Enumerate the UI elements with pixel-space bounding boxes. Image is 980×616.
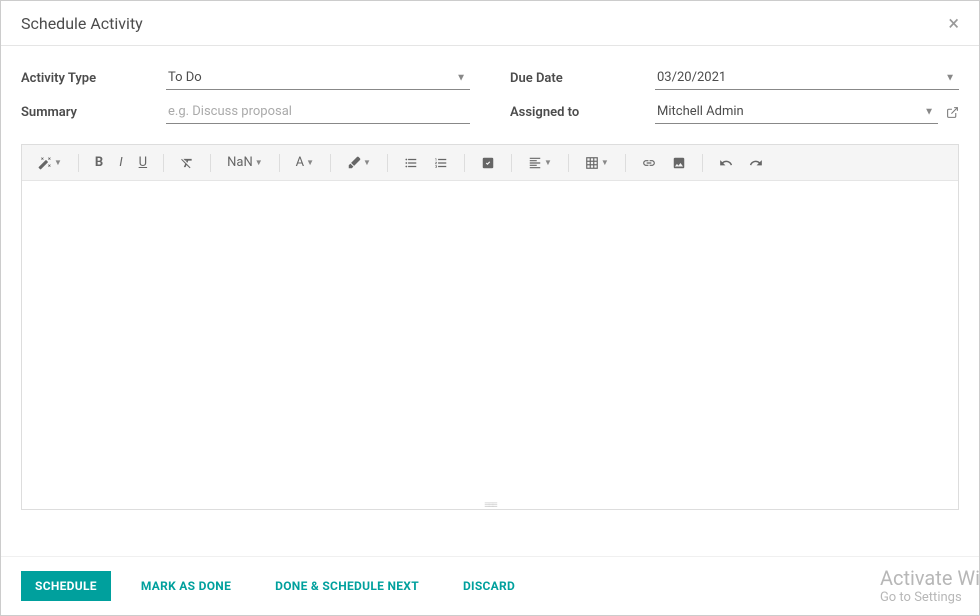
ordered-list-icon[interactable] (428, 152, 454, 174)
link-icon[interactable] (636, 152, 662, 174)
editor-content-area[interactable] (22, 181, 958, 501)
due-date-control: ▼ (655, 66, 959, 90)
magic-wand-icon[interactable]: ▼ (32, 152, 68, 174)
redo-icon[interactable] (743, 152, 769, 174)
separator (163, 154, 164, 172)
activity-type-field[interactable] (166, 66, 470, 90)
form-grid: Activity Type ▼ Summary Due Date (21, 66, 959, 124)
activity-type-label: Activity Type (21, 71, 166, 86)
resize-handle[interactable]: ≡≡≡ (22, 501, 958, 509)
assigned-to-label: Assigned to (510, 105, 655, 120)
separator (387, 154, 388, 172)
activity-type-row: Activity Type ▼ (21, 66, 470, 90)
checklist-icon[interactable] (475, 152, 501, 174)
external-link-icon[interactable] (946, 106, 959, 119)
separator (279, 154, 280, 172)
align-icon[interactable]: ▼ (522, 152, 558, 174)
unordered-list-icon[interactable] (398, 152, 424, 174)
image-icon[interactable] (666, 152, 692, 174)
separator (464, 154, 465, 172)
summary-control (166, 100, 470, 124)
font-size-selector[interactable]: NaN ▼ (221, 151, 269, 174)
schedule-activity-modal: Schedule Activity × Activity Type ▼ Summ… (0, 0, 980, 616)
undo-icon[interactable] (713, 152, 739, 174)
font-color-button[interactable]: A ▼ (290, 151, 320, 174)
italic-button[interactable]: I (113, 151, 128, 174)
underline-button[interactable]: U (133, 151, 153, 174)
summary-field[interactable] (166, 100, 470, 124)
form-col-left: Activity Type ▼ Summary (21, 66, 470, 124)
summary-label: Summary (21, 105, 166, 120)
bold-button[interactable]: B (89, 151, 109, 174)
separator (568, 154, 569, 172)
separator (511, 154, 512, 172)
schedule-button[interactable]: SCHEDULE (21, 571, 111, 601)
highlight-icon[interactable]: ▼ (341, 152, 377, 174)
assigned-to-field[interactable] (655, 100, 938, 124)
form-col-right: Due Date ▼ Assigned to ▼ (510, 66, 959, 124)
table-icon[interactable]: ▼ (579, 152, 615, 174)
separator (702, 154, 703, 172)
separator (78, 154, 79, 172)
separator (210, 154, 211, 172)
rich-text-editor: ▼ B I U NaN ▼ A ▼ ▼ (21, 144, 959, 510)
due-date-label: Due Date (510, 71, 655, 86)
done-schedule-next-button[interactable]: DONE & SCHEDULE NEXT (261, 571, 433, 601)
close-button[interactable]: × (948, 13, 959, 33)
mark-as-done-button[interactable]: MARK AS DONE (127, 571, 245, 601)
modal-body[interactable]: Activity Type ▼ Summary Due Date (1, 46, 979, 556)
assigned-to-control: ▼ (655, 100, 959, 124)
remove-format-icon[interactable] (174, 152, 200, 174)
discard-button[interactable]: DISCARD (449, 571, 529, 601)
separator (625, 154, 626, 172)
editor-toolbar: ▼ B I U NaN ▼ A ▼ ▼ (22, 145, 958, 181)
separator (330, 154, 331, 172)
windows-watermark: Activate Wi Go to Settings (880, 566, 980, 606)
activity-type-control: ▼ (166, 66, 470, 90)
assigned-to-row: Assigned to ▼ (510, 100, 959, 124)
summary-row: Summary (21, 100, 470, 124)
due-date-row: Due Date ▼ (510, 66, 959, 90)
modal-header: Schedule Activity × (1, 1, 979, 46)
modal-footer: SCHEDULE MARK AS DONE DONE & SCHEDULE NE… (1, 556, 979, 615)
due-date-field[interactable] (655, 66, 959, 90)
modal-title: Schedule Activity (21, 14, 143, 33)
